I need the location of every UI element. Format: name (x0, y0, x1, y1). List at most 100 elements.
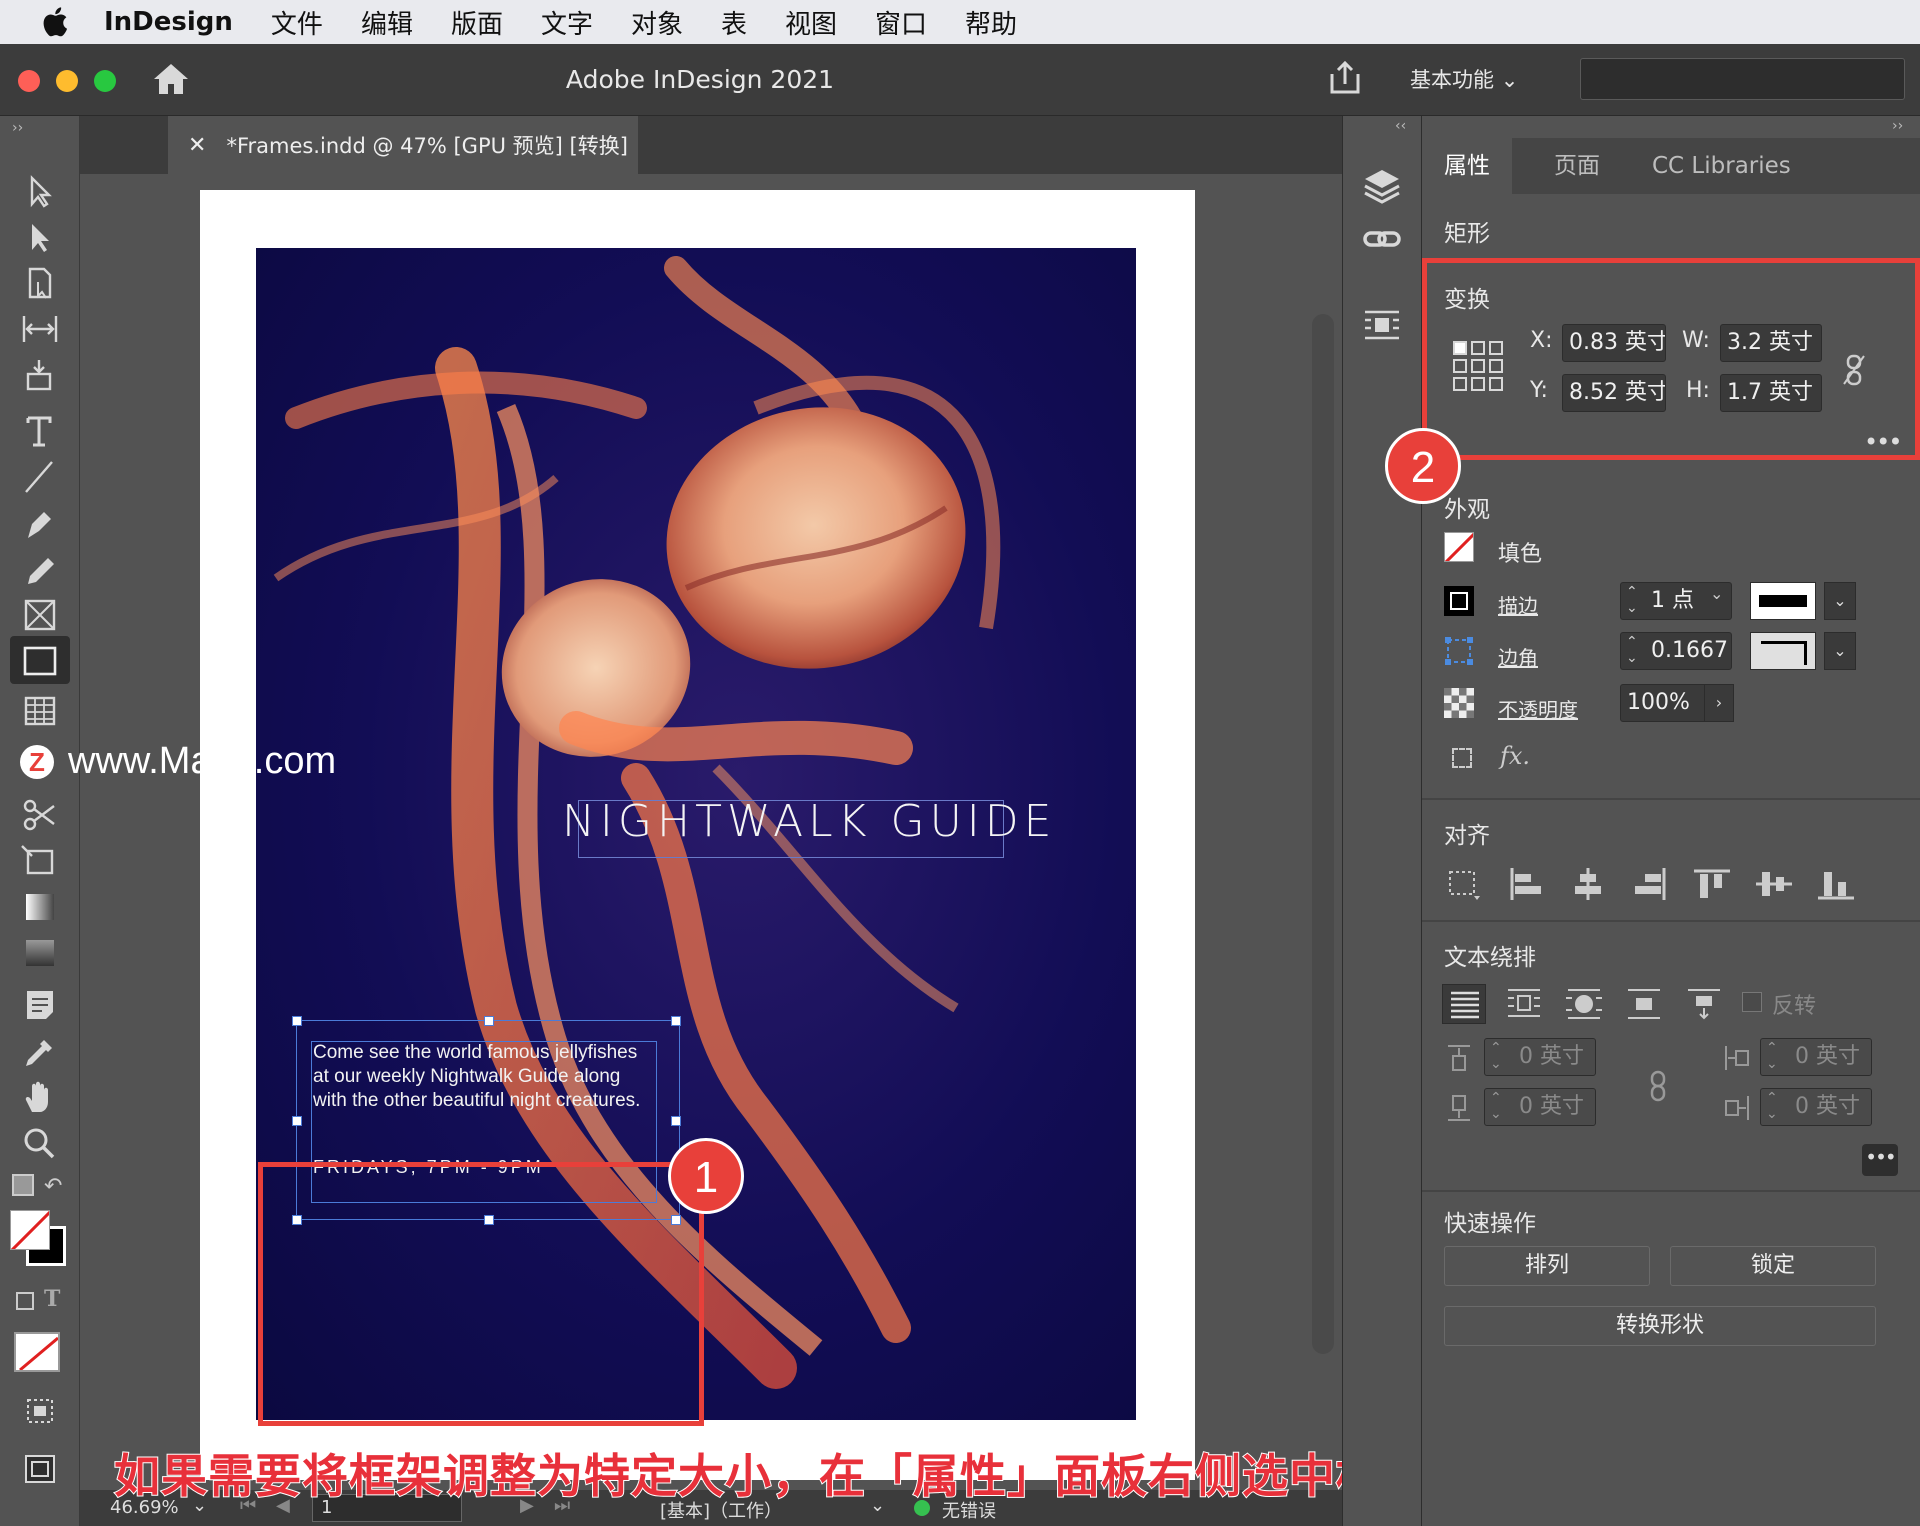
opacity-slider-button[interactable]: › (1704, 684, 1734, 722)
stepper-icon[interactable]: ⌃ ⌄ (1626, 584, 1638, 616)
align-top-edges-icon[interactable] (1692, 866, 1732, 902)
align-left-edges-icon[interactable] (1506, 866, 1546, 902)
stroke-type-selector[interactable] (1750, 582, 1816, 620)
selection-tool-icon[interactable] (18, 172, 62, 210)
gap-tool-icon[interactable] (18, 310, 62, 348)
arrange-button[interactable]: 排列 (1444, 1246, 1650, 1286)
eyedropper-tool-icon[interactable] (18, 1032, 62, 1070)
resize-handle[interactable] (292, 1116, 302, 1126)
stroke-label[interactable]: 描边 (1498, 590, 1538, 619)
zoom-tool-icon[interactable] (18, 1124, 62, 1162)
content-collector-icon[interactable] (18, 356, 62, 394)
menu-object[interactable]: 对象 (631, 4, 683, 41)
corner-shape-dropdown[interactable]: ⌄ (1824, 632, 1856, 670)
text-wrap-panel-icon[interactable] (1361, 306, 1403, 346)
fill-label[interactable]: 填色 (1498, 536, 1542, 568)
menu-table[interactable]: 表 (721, 4, 747, 41)
stroke-type-dropdown[interactable]: ⌄ (1824, 582, 1856, 620)
table-tool-icon[interactable] (18, 692, 62, 730)
swap-colors-icon[interactable]: ↶ (44, 1174, 62, 1199)
no-wrap-button[interactable] (1442, 984, 1486, 1024)
collapse-panel-icon[interactable]: ›› (1892, 118, 1903, 134)
menu-window[interactable]: 窗口 (875, 4, 927, 41)
menu-app-name[interactable]: InDesign (104, 7, 233, 37)
wrap-object-shape-icon[interactable] (1562, 984, 1606, 1024)
align-bottom-edges-icon[interactable] (1816, 866, 1856, 902)
close-tab-icon[interactable]: ✕ (188, 133, 206, 158)
section-divider (1422, 1190, 1920, 1192)
resize-handle[interactable] (484, 1016, 494, 1026)
menu-view[interactable]: 视图 (785, 4, 837, 41)
app-titlebar: Adobe InDesign 2021 基本功能 ⌄ (0, 44, 1920, 116)
pen-tool-icon[interactable] (18, 504, 62, 542)
free-transform-tool-icon[interactable] (18, 842, 62, 880)
align-right-edges-icon[interactable] (1630, 866, 1670, 902)
tab-cc-libraries[interactable]: CC Libraries (1630, 138, 1813, 194)
wrap-bounding-box-icon[interactable] (1502, 984, 1546, 1024)
corner-label[interactable]: 边角 (1498, 642, 1538, 671)
stepper-icon[interactable]: ⌃ ⌄ (1490, 1090, 1502, 1122)
share-icon[interactable] (1328, 60, 1362, 96)
note-tool-icon[interactable] (18, 986, 62, 1024)
apply-none-button[interactable] (14, 1332, 60, 1372)
effects-frame-icon[interactable] (1452, 748, 1472, 768)
stepper-icon[interactable]: ⌃ ⌄ (1490, 1040, 1502, 1072)
rectangle-tool-icon[interactable] (18, 642, 62, 680)
align-to-selection-icon[interactable] (1444, 866, 1484, 902)
stepper-icon[interactable]: ⌃ ⌄ (1626, 634, 1638, 666)
line-tool-icon[interactable] (18, 458, 62, 496)
search-input[interactable] (1580, 58, 1905, 100)
chevron-down-icon[interactable]: ⌄ (1710, 584, 1723, 603)
corner-options-icon[interactable] (1444, 636, 1474, 666)
preview-mode-icon[interactable] (18, 1392, 62, 1430)
stepper-icon[interactable]: ⌃ ⌄ (1766, 1090, 1778, 1122)
jump-to-next-column-icon[interactable] (1682, 984, 1726, 1024)
gradient-swatch-tool-icon[interactable] (18, 888, 62, 926)
tab-properties[interactable]: 属性 (1422, 138, 1512, 194)
fx-icon[interactable]: fx. (1500, 742, 1530, 770)
link-offsets-icon[interactable] (1646, 1068, 1670, 1104)
pencil-tool-icon[interactable] (18, 550, 62, 588)
resize-handle[interactable] (671, 1016, 681, 1026)
align-horizontal-centers-icon[interactable] (1568, 866, 1608, 902)
gradient-feather-tool-icon[interactable] (18, 934, 62, 972)
layers-icon[interactable] (1361, 166, 1403, 206)
scissors-tool-icon[interactable] (18, 796, 62, 834)
document-tab[interactable]: ✕ *Frames.indd @ 47% [GPU 预览] [转换] (168, 116, 638, 174)
page-tool-icon[interactable] (18, 264, 62, 302)
fill-color-swatch[interactable] (10, 1210, 50, 1250)
invert-checkbox[interactable] (1742, 992, 1762, 1012)
lock-button[interactable]: 锁定 (1670, 1246, 1876, 1286)
formatting-container-icon[interactable] (16, 1292, 34, 1310)
tab-pages[interactable]: 页面 (1532, 138, 1622, 194)
links-icon[interactable] (1361, 220, 1403, 260)
stepper-icon[interactable]: ⌃ ⌄ (1766, 1040, 1778, 1072)
menu-help[interactable]: 帮助 (965, 4, 1017, 41)
opacity-label[interactable]: 不透明度 (1498, 694, 1578, 723)
vertical-scrollbar[interactable] (1312, 314, 1334, 1354)
menu-file[interactable]: 文件 (271, 4, 323, 41)
corner-shape-selector[interactable] (1750, 632, 1816, 670)
workspace-switcher[interactable]: 基本功能 ⌄ (1410, 64, 1518, 94)
apple-icon[interactable] (40, 5, 74, 39)
align-vertical-centers-icon[interactable] (1754, 866, 1794, 902)
menu-layout[interactable]: 版面 (451, 4, 503, 41)
collapse-dock-icon[interactable]: ‹‹ (1395, 118, 1406, 134)
stroke-swatch[interactable] (1444, 586, 1474, 616)
convert-shape-button[interactable]: 转换形状 (1444, 1306, 1876, 1346)
more-options-icon[interactable]: ••• (1862, 1144, 1898, 1176)
direct-selection-tool-icon[interactable] (18, 218, 62, 256)
resize-handle[interactable] (292, 1016, 302, 1026)
quick-actions-title: 快速操作 (1444, 1211, 1536, 1237)
fill-swatch[interactable] (1444, 532, 1474, 562)
formatting-text-icon[interactable]: T (44, 1286, 60, 1312)
collapse-toolbar-icon[interactable]: ›› (12, 120, 23, 136)
menu-type[interactable]: 文字 (541, 4, 593, 41)
hand-tool-icon[interactable] (18, 1078, 62, 1116)
rectangle-frame-tool-icon[interactable] (18, 596, 62, 634)
type-tool-icon[interactable] (18, 412, 62, 450)
default-colors-icon[interactable] (12, 1174, 34, 1196)
jump-object-icon[interactable] (1622, 984, 1666, 1024)
resize-handle[interactable] (671, 1116, 681, 1126)
menu-edit[interactable]: 编辑 (361, 4, 413, 41)
